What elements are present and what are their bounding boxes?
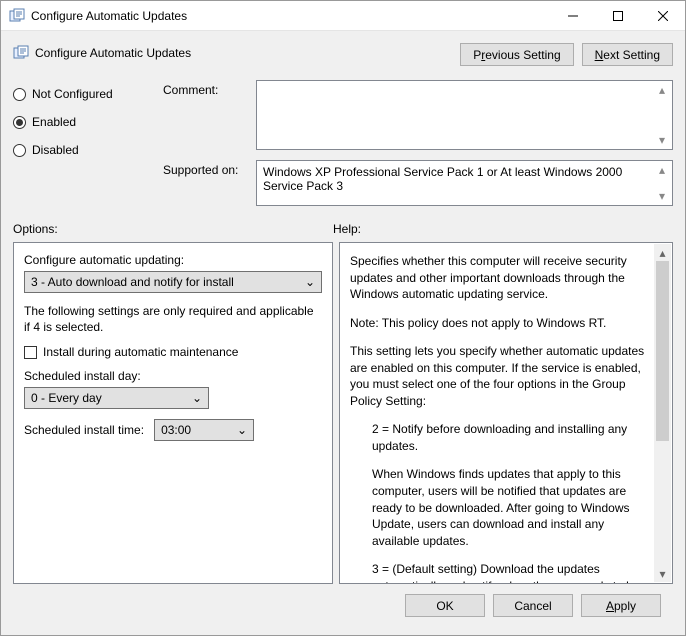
supported-on-label: Supported on: (163, 160, 248, 206)
comment-label: Comment: (163, 80, 248, 150)
scheduled-day-select[interactable]: 0 - Every day ⌄ (24, 387, 209, 409)
select-value: 0 - Every day (31, 391, 102, 405)
titlebar: Configure Automatic Updates (1, 1, 685, 31)
chevron-down-icon: ▾ (654, 189, 670, 203)
dialog-window: Configure Automatic Updates Configure Au… (0, 0, 686, 636)
chevron-up-icon: ▴ (654, 163, 670, 177)
radio-not-configured[interactable]: Not Configured (13, 82, 153, 106)
supported-on-text: Windows XP Professional Service Pack 1 o… (263, 165, 622, 193)
comment-textarea[interactable]: ▴ ▾ (256, 80, 673, 150)
setting-title-text: Configure Automatic Updates (35, 46, 191, 60)
scheduled-day-label: Scheduled install day: (24, 369, 322, 383)
help-text: Specifies whether this computer will rec… (350, 253, 652, 584)
help-label: Help: (333, 222, 361, 236)
window-title: Configure Automatic Updates (31, 9, 550, 23)
help-panel: Specifies whether this computer will rec… (339, 242, 673, 584)
radio-icon (13, 116, 26, 129)
chevron-down-icon: ⌄ (192, 391, 202, 405)
radio-icon (13, 88, 26, 101)
scheduled-time-select[interactable]: 03:00 ⌄ (154, 419, 254, 441)
dialog-body: Configure Automatic Updates Previous Set… (1, 31, 685, 635)
chevron-down-icon: ⌄ (237, 423, 247, 437)
chevron-down-icon: ▾ (654, 133, 670, 147)
maximize-button[interactable] (595, 1, 640, 30)
group-policy-icon (9, 8, 25, 24)
configure-updating-label: Configure automatic updating: (24, 253, 322, 267)
group-policy-icon (13, 45, 29, 61)
scrollbar-thumb[interactable] (656, 261, 669, 441)
supported-on-value: Windows XP Professional Service Pack 1 o… (256, 160, 673, 206)
next-setting-button[interactable]: Next Setting (582, 43, 673, 66)
cancel-button[interactable]: Cancel (493, 594, 573, 617)
radio-label: Enabled (32, 115, 76, 129)
previous-setting-button[interactable]: Previous Setting (460, 43, 573, 66)
radio-label: Not Configured (32, 87, 113, 101)
select-value: 03:00 (161, 423, 191, 437)
apply-button[interactable]: Apply (581, 594, 661, 617)
select-value: 3 - Auto download and notify for install (31, 275, 234, 289)
radio-enabled[interactable]: Enabled (13, 110, 153, 134)
options-label: Options: (13, 222, 333, 236)
scrollbar[interactable]: ▴ ▾ (654, 244, 671, 582)
radio-label: Disabled (32, 143, 79, 157)
options-panel: Configure automatic updating: 3 - Auto d… (13, 242, 333, 584)
scheduled-time-label: Scheduled install time: (24, 423, 144, 437)
chevron-up-icon: ▴ (654, 244, 671, 261)
minimize-button[interactable] (550, 1, 595, 30)
chevron-down-icon: ▾ (654, 565, 671, 582)
install-during-maintenance-checkbox[interactable]: Install during automatic maintenance (24, 345, 322, 359)
close-button[interactable] (640, 1, 685, 30)
chevron-up-icon: ▴ (654, 83, 670, 97)
radio-disabled[interactable]: Disabled (13, 138, 153, 162)
section-labels: Options: Help: (13, 222, 673, 236)
radio-icon (13, 144, 26, 157)
setting-title: Configure Automatic Updates (13, 45, 191, 61)
configure-updating-select[interactable]: 3 - Auto download and notify for install… (24, 271, 322, 293)
chevron-down-icon: ⌄ (305, 275, 315, 289)
ok-button[interactable]: OK (405, 594, 485, 617)
options-note: The following settings are only required… (24, 303, 322, 335)
checkbox-icon (24, 346, 37, 359)
checkbox-label: Install during automatic maintenance (43, 345, 238, 359)
